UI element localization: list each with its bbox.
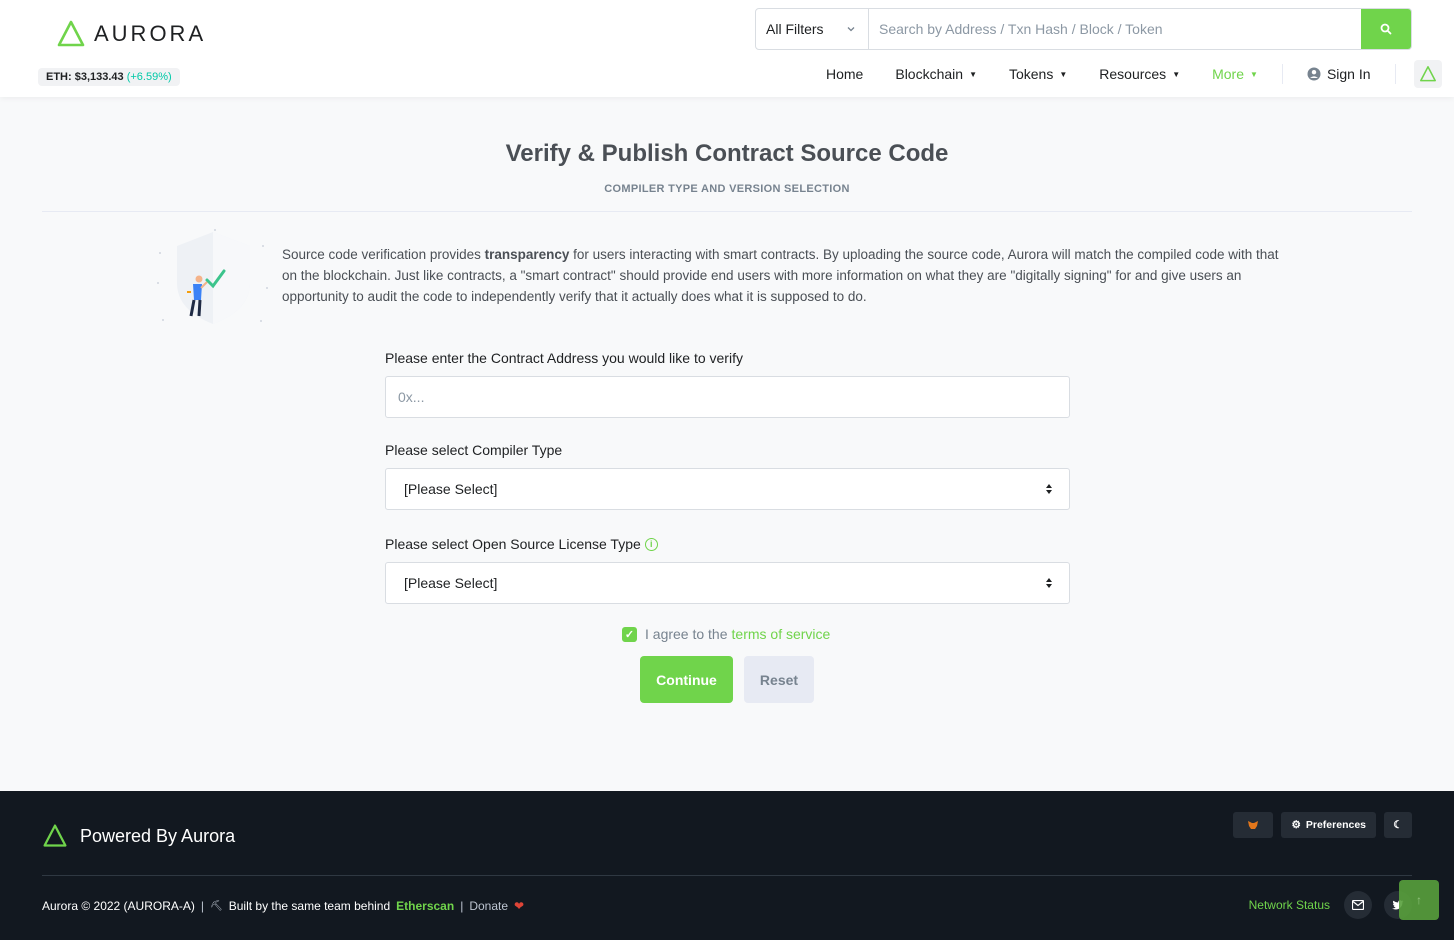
search-bar: All Filters [755,8,1412,50]
footer-tools: ⚙ Preferences ☾ [1233,812,1412,838]
intro-text: Source code verification provides transp… [282,244,1292,307]
agree-text: I agree to the [645,626,728,642]
compiler-type-value: [Please Select] [404,481,498,497]
main-nav: Home Blockchain ▼ Tokens ▼ Resources ▼ More… [810,60,1442,88]
reset-button[interactable]: Reset [744,656,814,703]
compiler-type-select[interactable]: [Please Select] [385,468,1070,510]
moon-icon: ☾ [1393,819,1403,831]
nav-divider [1281,64,1283,84]
search-filter-label: All Filters [766,21,824,37]
separator: | [460,899,464,913]
envelope-icon [1352,900,1364,910]
aurora-logo-icon [57,20,85,47]
intro-text-bold: transparency [484,247,570,262]
address-field-wrapper [385,376,1070,418]
search-filter-select[interactable]: All Filters [756,9,869,49]
page-title: Verify & Publish Contract Source Code [505,140,949,167]
chevron-down-icon: ▼ [1172,69,1181,79]
verification-illustration [157,229,268,324]
logo-text: AURORA [94,21,207,46]
footer-brand: Powered By Aurora [42,823,235,849]
chevron-down-icon: ▼ [1059,69,1068,79]
etherscan-link[interactable]: Etherscan [396,899,454,913]
dark-mode-toggle[interactable]: ☾ [1384,812,1412,838]
license-type-select[interactable]: [Please Select] [385,562,1070,604]
license-label-row: Please select Open Source License Type i [385,536,1070,552]
nav-home[interactable]: Home [810,66,879,82]
sort-arrows-icon [1046,578,1052,588]
nav-blockchain[interactable]: Blockchain ▼ [879,66,993,82]
license-label: Please select Open Source License Type [385,536,641,552]
search-icon [1380,23,1392,35]
nav-home-label: Home [826,66,864,82]
donate-link[interactable]: Donate [469,899,508,913]
address-label: Please enter the Contract Address you wo… [385,350,743,366]
compiler-label: Please select Compiler Type [385,442,563,458]
eth-price-badge: ETH: $3,133.43 (+6.59%) [38,68,180,86]
email-button[interactable] [1344,891,1372,919]
footer-links: Network Status [1249,891,1412,919]
built-by-text: Built by the same team behind [228,899,391,913]
aurora-logo-icon [1419,66,1436,82]
divider [42,211,1412,212]
nav-blockchain-label: Blockchain [895,66,964,82]
nav-more-label: More [1212,66,1245,82]
heart-icon: ❤ [514,899,525,913]
preferences-label: Preferences [1305,819,1366,831]
contract-address-input[interactable] [398,389,1057,405]
footer-credits: Aurora © 2022 (AURORA-A) | ⛏ Built by th… [42,899,524,913]
continue-button[interactable]: Continue [640,656,733,703]
hammer-icon: ⛏ [210,900,223,912]
license-type-value: [Please Select] [404,575,498,591]
page-subtitle: COMPILER TYPE AND VERSION SELECTION [604,183,850,195]
sort-arrows-icon [1046,484,1052,494]
copyright-text: Aurora © 2022 (AURORA-A) [42,899,195,913]
terms-agreement: ✓ I agree to the terms of service [622,626,830,642]
preferences-button[interactable]: ⚙ Preferences [1281,812,1376,838]
network-switch-button[interactable] [1413,60,1442,88]
nav-resources[interactable]: Resources ▼ [1083,66,1196,82]
gears-icon: ⚙ [1291,819,1301,831]
logo[interactable]: AURORA [56,19,206,49]
intro-text-start: Source code verification provides [282,247,485,262]
search-input[interactable] [869,9,1361,49]
terms-checkbox[interactable]: ✓ [622,626,637,642]
nav-tokens[interactable]: Tokens ▼ [993,66,1083,82]
verify-form: Please enter the Contract Address you wo… [385,350,1070,604]
arrow-up-icon: ↑ [1416,893,1422,907]
network-status-link[interactable]: Network Status [1249,898,1330,912]
metamask-fox-icon [1248,821,1259,829]
aurora-logo-icon [43,824,67,847]
nav-resources-label: Resources [1099,66,1167,82]
footer-divider [42,875,1412,876]
site-footer: Powered By Aurora ⚙ Preferences ☾ Aurora… [0,791,1454,940]
search-button[interactable] [1361,9,1411,49]
terms-of-service-link[interactable]: terms of service [732,626,831,642]
eth-price: ETH: $3,133.43 [46,71,124,83]
site-header: AURORA ETH: $3,133.43 (+6.59%) All Filte… [0,0,1454,97]
chevron-down-icon: ▼ [969,69,977,79]
nav-divider [1394,64,1396,84]
nav-sign-in[interactable]: Sign In [1291,66,1387,82]
info-icon[interactable]: i [644,537,658,551]
back-to-top-button[interactable]: ↑ [1399,880,1439,920]
eth-price-change: (+6.59%) [126,71,172,83]
footer-brand-text: Powered By Aurora [80,825,236,846]
chevron-down-icon: ▼ [1250,69,1258,79]
separator: | [200,899,205,913]
nav-sign-in-label: Sign In [1326,66,1371,82]
nav-more[interactable]: More ▼ [1196,66,1274,82]
metamask-button[interactable] [1233,812,1274,838]
nav-tokens-label: Tokens [1008,66,1054,82]
user-circle-icon [1307,67,1321,81]
chevron-down-icon [847,27,855,32]
